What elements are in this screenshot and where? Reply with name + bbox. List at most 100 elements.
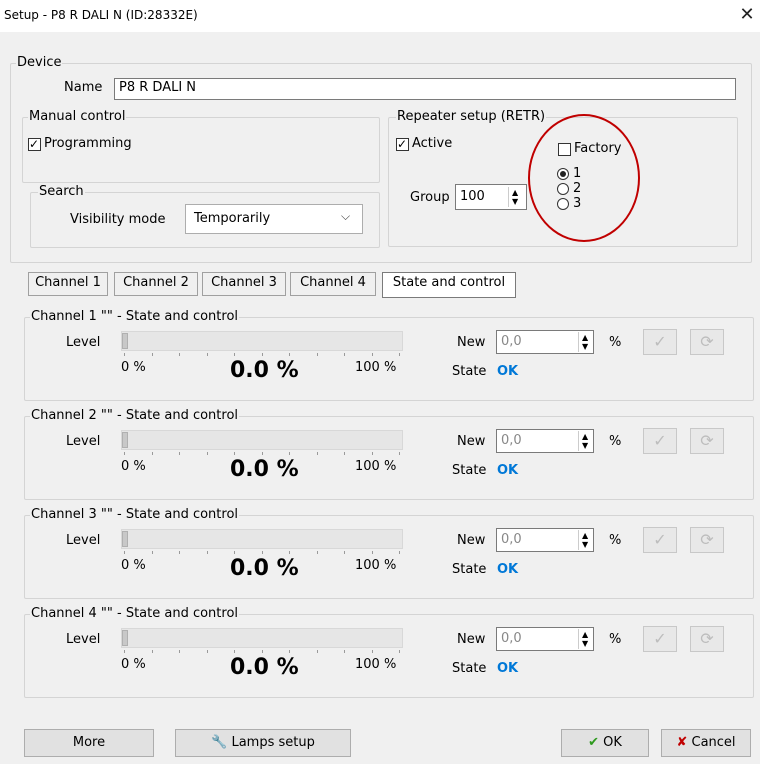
- new-level-stepper[interactable]: ▲ ▼: [578, 629, 593, 649]
- tick-mark: [316, 452, 318, 455]
- tick-mark: [261, 353, 263, 356]
- new-level-stepper[interactable]: ▲ ▼: [578, 431, 593, 451]
- tick-mark: [234, 551, 235, 554]
- state-label: State: [452, 562, 487, 577]
- channel-legend: Channel 2 "" - State and control: [30, 408, 240, 424]
- level-slider-thumb[interactable]: [122, 333, 128, 349]
- level-slider[interactable]: [121, 430, 403, 450]
- tick-mark: [151, 551, 153, 554]
- state-value: OK: [497, 463, 519, 478]
- tick-mark: [151, 650, 153, 653]
- more-button[interactable]: More: [24, 729, 154, 757]
- refresh-button[interactable]: ⟳: [690, 527, 724, 553]
- check-icon: ✓: [653, 431, 667, 450]
- unit-label: %: [609, 434, 622, 449]
- refresh-button[interactable]: ⟳: [690, 626, 724, 652]
- state-value: OK: [497, 562, 519, 577]
- name-field[interactable]: P8 R DALI N: [114, 78, 736, 100]
- tick-mark: [206, 551, 208, 554]
- tick-mark: [206, 650, 208, 653]
- refresh-button[interactable]: ⟳: [690, 428, 724, 454]
- refresh-button[interactable]: ⟳: [690, 329, 724, 355]
- tab-channel-1[interactable]: Channel 1: [28, 272, 108, 296]
- active-label: Active: [412, 136, 453, 151]
- level-slider-thumb[interactable]: [122, 630, 128, 646]
- level-value: 0.0 %: [230, 556, 299, 581]
- level-slider-thumb[interactable]: [122, 531, 128, 547]
- retr-option-1-label: 1: [573, 166, 582, 181]
- search-legend: Search: [38, 184, 85, 200]
- group-stepper[interactable]: ▲ ▼: [508, 187, 523, 207]
- chevron-down-icon: ⌵: [341, 209, 351, 223]
- repeater-legend: Repeater setup (RETR): [396, 109, 547, 125]
- level-label: Level: [66, 632, 101, 647]
- group-label: Group: [410, 190, 450, 205]
- apply-button[interactable]: ✓: [643, 527, 677, 553]
- apply-button[interactable]: ✓: [643, 428, 677, 454]
- level-slider[interactable]: [121, 628, 403, 648]
- new-level-stepper[interactable]: ▲ ▼: [578, 332, 593, 352]
- tick-mark: [316, 551, 318, 554]
- refresh-icon: ⟳: [700, 431, 714, 450]
- tick-mark: [399, 452, 400, 455]
- retr-option-1-radio[interactable]: [557, 168, 569, 180]
- refresh-icon: ⟳: [700, 629, 714, 648]
- tick-mark: [234, 353, 235, 356]
- level-label: Level: [66, 434, 101, 449]
- retr-option-2-label: 2: [573, 181, 582, 196]
- ok-label: OK: [603, 735, 622, 750]
- tick-mark: [399, 551, 400, 554]
- level-slider-thumb[interactable]: [122, 432, 128, 448]
- tick-mark: [124, 650, 125, 653]
- tick-mark: [179, 353, 180, 356]
- level-min-label: 0 %: [121, 360, 146, 375]
- spin-up-icon: ▲: [582, 333, 589, 342]
- new-level-stepper[interactable]: ▲ ▼: [578, 530, 593, 550]
- apply-button[interactable]: ✓: [643, 329, 677, 355]
- visibility-mode-label: Visibility mode: [70, 212, 166, 227]
- tick-mark: [151, 353, 153, 356]
- close-icon[interactable]: ✕: [738, 4, 756, 26]
- level-slider[interactable]: [121, 529, 403, 549]
- retr-option-2-radio[interactable]: [557, 183, 569, 195]
- tab-channel-2[interactable]: Channel 2: [114, 272, 198, 296]
- programming-checkbox[interactable]: [28, 136, 41, 152]
- spin-up-icon: ▲: [582, 630, 589, 639]
- tick-mark: [261, 452, 263, 455]
- tick-mark: [399, 650, 400, 653]
- tick-mark: [261, 650, 263, 653]
- tab-channel-3[interactable]: Channel 3: [202, 272, 286, 296]
- visibility-mode-select[interactable]: Temporarily: [185, 204, 363, 234]
- lamps-setup-label: Lamps setup: [231, 735, 315, 750]
- channel-legend: Channel 1 "" - State and control: [30, 309, 240, 325]
- state-value: OK: [497, 364, 519, 379]
- level-label: Level: [66, 335, 101, 350]
- tick-mark: [371, 353, 373, 356]
- factory-label: Factory: [574, 141, 622, 156]
- tick-mark: [124, 551, 125, 554]
- tick-mark: [206, 353, 208, 356]
- active-checkbox[interactable]: [396, 136, 409, 152]
- tick-mark: [151, 452, 153, 455]
- tick-mark: [344, 452, 345, 455]
- retr-option-3-radio[interactable]: [557, 198, 569, 210]
- tick-mark: [289, 452, 290, 455]
- tick-mark: [316, 353, 318, 356]
- tab-state-and-control[interactable]: State and control: [382, 272, 516, 298]
- tick-mark: [206, 452, 208, 455]
- tab-channel-4[interactable]: Channel 4: [290, 272, 376, 296]
- visibility-mode-value: Temporarily: [194, 211, 271, 226]
- tick-mark: [289, 353, 290, 356]
- cancel-button[interactable]: ✘ Cancel: [661, 729, 751, 757]
- spin-down-icon: ▼: [582, 441, 589, 450]
- check-icon: ✓: [653, 530, 667, 549]
- lamps-setup-button[interactable]: 🔧 Lamps setup: [175, 729, 351, 757]
- tick-mark: [234, 452, 235, 455]
- factory-checkbox[interactable]: [558, 143, 571, 156]
- apply-button[interactable]: ✓: [643, 626, 677, 652]
- level-slider[interactable]: [121, 331, 403, 351]
- ok-button[interactable]: ✔ OK: [561, 729, 649, 757]
- spin-up-icon: ▲: [582, 531, 589, 540]
- spin-up-icon: ▲: [512, 188, 519, 197]
- tick-mark: [371, 551, 373, 554]
